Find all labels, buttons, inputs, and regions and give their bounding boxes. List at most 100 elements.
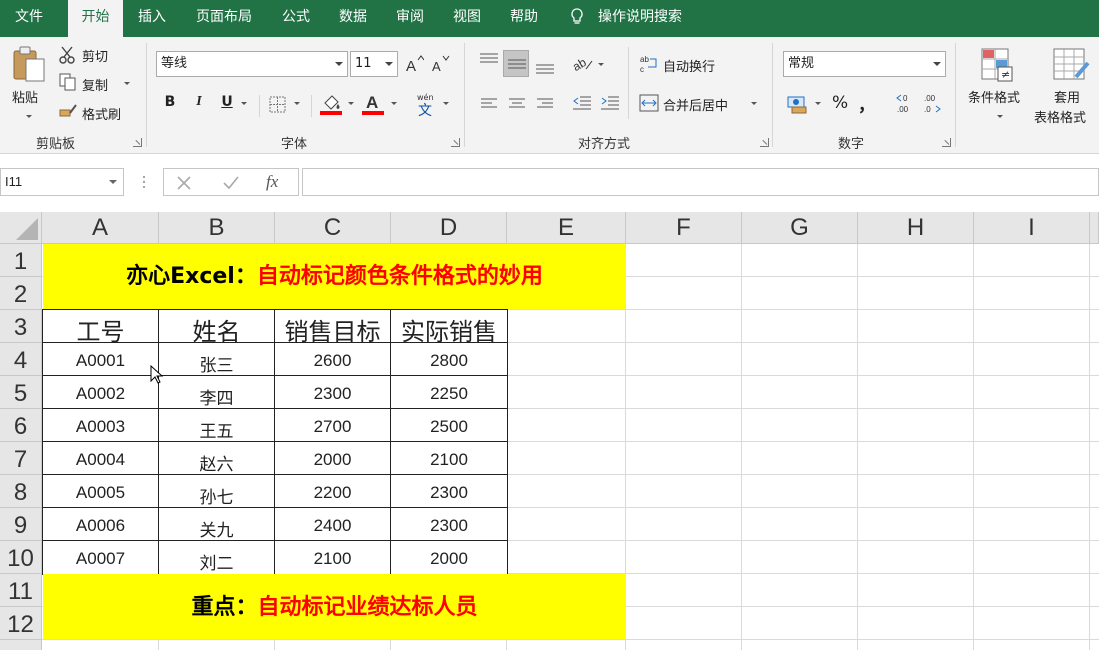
decrease-indent-icon[interactable] <box>572 95 592 111</box>
fill-color-icon[interactable] <box>320 92 344 116</box>
increase-decimal-icon[interactable]: 0 .00 <box>895 92 917 114</box>
font-dialog-launcher[interactable] <box>451 138 460 147</box>
font-size-select[interactable]: 11 <box>350 51 398 77</box>
table-cell[interactable]: 2300 <box>391 483 507 503</box>
table-cell[interactable]: 2200 <box>275 483 390 503</box>
align-bottom-icon[interactable] <box>535 61 555 75</box>
table-cell[interactable]: 2500 <box>391 417 507 437</box>
tab-view[interactable]: 视图 <box>443 0 491 37</box>
merge-center-button[interactable]: 合并后居中 <box>663 95 728 114</box>
table-header-actual[interactable]: 实际销售 <box>391 312 507 347</box>
underline-dropdown-icon[interactable] <box>241 102 247 105</box>
column-header-c[interactable]: C <box>275 212 391 244</box>
conditional-formatting-button[interactable]: 条件格式 <box>968 87 1020 106</box>
row-header-3[interactable]: 3 <box>0 310 42 343</box>
enter-check-icon[interactable] <box>222 175 240 191</box>
increase-indent-icon[interactable] <box>600 95 620 111</box>
table-cell[interactable]: A0003 <box>43 417 158 437</box>
tab-file[interactable]: 文件 <box>0 0 58 37</box>
column-header-h[interactable]: H <box>858 212 974 244</box>
paste-icon[interactable] <box>12 45 48 85</box>
wrap-text-button[interactable]: 自动换行 <box>663 56 715 75</box>
alignment-dialog-launcher[interactable] <box>760 138 769 147</box>
conditional-dropdown-icon[interactable] <box>997 115 1003 118</box>
align-top-icon[interactable] <box>479 53 499 67</box>
table-cell[interactable]: 2100 <box>275 549 390 569</box>
table-cell[interactable]: A0001 <box>43 351 158 371</box>
formula-input[interactable] <box>302 168 1099 196</box>
table-cell[interactable]: 孙七 <box>159 483 274 508</box>
tab-formulas[interactable]: 公式 <box>272 0 320 37</box>
orientation-dropdown-icon[interactable] <box>598 63 604 66</box>
row-header-11[interactable]: 11 <box>0 574 42 607</box>
table-header-target[interactable]: 销售目标 <box>275 312 390 347</box>
column-header-g[interactable]: G <box>742 212 858 244</box>
tab-help[interactable]: 帮助 <box>500 0 548 37</box>
fill-color-dropdown-icon[interactable] <box>348 102 354 105</box>
copy-button[interactable]: 复制 <box>82 75 108 94</box>
format-as-table-label-2[interactable]: 表格格式 <box>1034 107 1086 126</box>
number-dialog-launcher[interactable] <box>942 138 951 147</box>
row-header-8[interactable]: 8 <box>0 475 42 508</box>
table-cell[interactable]: 2800 <box>391 351 507 371</box>
table-cell[interactable]: 赵六 <box>159 450 274 475</box>
tab-insert[interactable]: 插入 <box>126 0 178 37</box>
table-cell[interactable]: 张三 <box>159 351 274 376</box>
orientation-icon[interactable]: ab <box>572 53 594 73</box>
tab-data[interactable]: 数据 <box>329 0 377 37</box>
column-header-d[interactable]: D <box>391 212 507 244</box>
table-cell[interactable]: A0007 <box>43 549 158 569</box>
row-header-1[interactable]: 1 <box>0 244 42 277</box>
align-right-icon[interactable] <box>536 97 554 111</box>
table-cell[interactable]: 李四 <box>159 384 274 409</box>
table-cell[interactable]: A0006 <box>43 516 158 536</box>
column-header-e[interactable]: E <box>507 212 626 244</box>
format-as-table-label-1[interactable]: 套用 <box>1054 87 1080 106</box>
row-header-7[interactable]: 7 <box>0 442 42 475</box>
accounting-format-icon[interactable] <box>786 93 810 115</box>
align-middle-button[interactable] <box>503 50 529 77</box>
row-header-4[interactable]: 4 <box>0 343 42 376</box>
table-header-id[interactable]: 工号 <box>43 312 158 347</box>
row-header-13[interactable] <box>0 640 42 650</box>
underline-button[interactable]: U <box>218 94 236 110</box>
table-cell[interactable]: 2700 <box>275 417 390 437</box>
tab-page-layout[interactable]: 页面布局 <box>185 0 263 37</box>
accounting-dropdown-icon[interactable] <box>815 102 821 105</box>
font-name-select[interactable]: 等线 <box>156 51 348 77</box>
column-header-a[interactable]: A <box>42 212 159 244</box>
font-color-dropdown-icon[interactable] <box>391 102 397 105</box>
decrease-decimal-icon[interactable]: .00 .0 <box>922 92 944 114</box>
paste-dropdown-icon[interactable] <box>26 115 32 118</box>
table-cell[interactable]: A0005 <box>43 483 158 503</box>
table-header-name[interactable]: 姓名 <box>159 312 274 347</box>
phonetic-dropdown-icon[interactable] <box>443 102 449 105</box>
paste-label[interactable]: 粘贴 <box>12 87 38 106</box>
row-header-9[interactable]: 9 <box>0 508 42 541</box>
table-cell[interactable]: 2100 <box>391 450 507 470</box>
format-painter-button[interactable]: 格式刷 <box>82 104 121 123</box>
merge-dropdown-icon[interactable] <box>751 102 757 105</box>
copy-dropdown-icon[interactable] <box>124 82 130 85</box>
table-cell[interactable]: 2300 <box>275 384 390 404</box>
font-color-icon[interactable]: A <box>362 92 386 116</box>
cancel-icon[interactable] <box>176 175 192 191</box>
tell-me-search[interactable]: 操作说明搜索 <box>598 0 698 37</box>
borders-dropdown-icon[interactable] <box>294 102 300 105</box>
italic-button[interactable]: I <box>190 94 208 110</box>
row-header-5[interactable]: 5 <box>0 376 42 409</box>
phonetic-guide-icon[interactable]: wén 文 <box>414 91 438 117</box>
column-header-j[interactable] <box>1090 212 1099 244</box>
table-cell[interactable]: 2000 <box>275 450 390 470</box>
name-box[interactable]: I11 <box>0 168 124 196</box>
select-all-corner[interactable] <box>0 212 42 244</box>
row-header-2[interactable]: 2 <box>0 277 42 310</box>
bold-button[interactable]: B <box>161 94 179 110</box>
table-cell[interactable]: 2400 <box>275 516 390 536</box>
row-header-12[interactable]: 12 <box>0 607 42 640</box>
table-cell[interactable]: 关九 <box>159 516 274 541</box>
table-cell[interactable]: 2300 <box>391 516 507 536</box>
tab-review[interactable]: 审阅 <box>386 0 434 37</box>
decrease-font-icon[interactable]: A <box>430 54 450 74</box>
row-header-10[interactable]: 10 <box>0 541 42 574</box>
